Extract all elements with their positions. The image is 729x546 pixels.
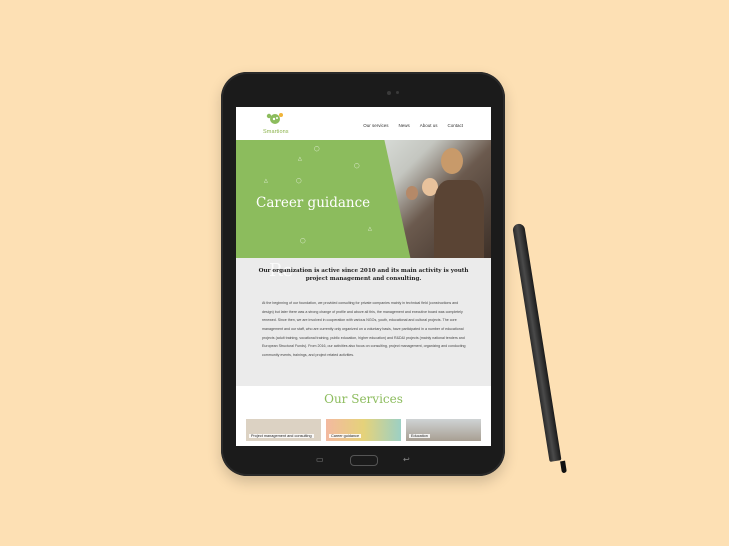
service-card[interactable]: Career guidance (326, 419, 401, 441)
menu-item-about[interactable]: About us (420, 123, 438, 128)
hero-person-body (434, 180, 484, 258)
hero-person (406, 186, 418, 200)
stylus-tip (560, 460, 567, 474)
front-camera (387, 91, 391, 95)
circle-shape: ◯ (296, 178, 302, 184)
menu-item-news[interactable]: News (398, 123, 409, 128)
recent-apps-icon[interactable]: ▭ (316, 455, 324, 464)
main-menu: Our services News About us Contact (363, 123, 463, 128)
circle-shape: ◯ (314, 146, 320, 152)
services-title: Our Services (324, 392, 403, 406)
sensor (396, 91, 399, 94)
about-section: Re Our organization is active since 2010… (236, 258, 491, 386)
about-body: At the beginning of our foundation, we p… (262, 301, 466, 357)
circle-shape: ◯ (300, 238, 306, 244)
triangle-shape: △ (264, 178, 268, 184)
stylus-pen (512, 223, 562, 462)
about-heading: Our organization is active since 2010 an… (258, 268, 469, 283)
home-button[interactable] (350, 455, 378, 466)
service-card[interactable]: Education (406, 419, 481, 441)
menu-item-contact[interactable]: Contact (447, 123, 463, 128)
back-icon[interactable]: ↩ (403, 455, 410, 464)
tablet-screen: Smartions Our services News About us Con… (236, 107, 491, 446)
logo-text[interactable]: Smartions (263, 129, 289, 135)
services-section: Our Services Project management and cons… (236, 386, 491, 446)
hero-banner: ◯ △ △ ◯ ◯ △ ◯ Career guidance (236, 140, 491, 258)
service-card-label: Education (409, 434, 430, 438)
service-card-label: Project management and consulting (249, 434, 314, 438)
logo-icon (266, 113, 283, 124)
circle-shape: ◯ (354, 163, 360, 169)
service-card-label: Career guidance (329, 434, 362, 438)
site-header: Smartions Our services News About us Con… (236, 107, 491, 140)
triangle-shape: △ (298, 156, 302, 162)
service-card[interactable]: Project management and consulting (246, 419, 321, 441)
triangle-shape: △ (368, 226, 372, 232)
hero-person (441, 148, 463, 174)
menu-item-services[interactable]: Our services (363, 123, 388, 128)
hero-title: Career guidance (256, 195, 371, 211)
